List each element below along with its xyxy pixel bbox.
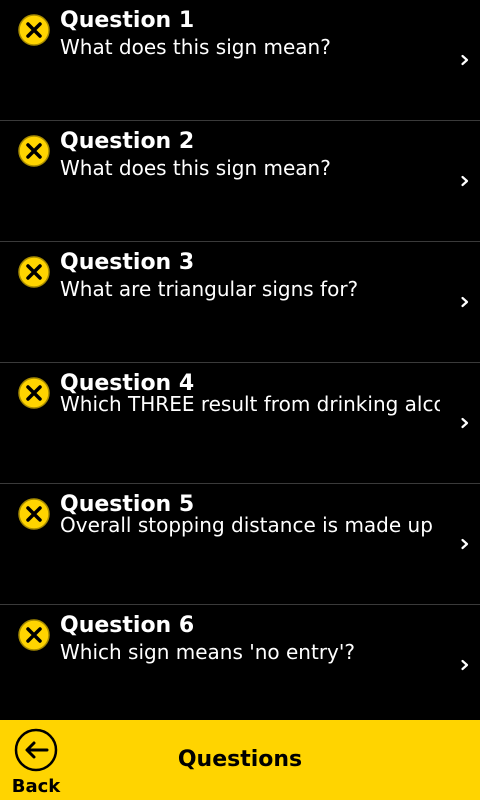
question-text: What does this sign mean? <box>60 35 331 59</box>
chevron-right-icon <box>461 296 469 308</box>
question-text: What does this sign mean? <box>60 156 331 180</box>
app-screen: Question 1 What does this sign mean? Que… <box>0 0 480 800</box>
back-button[interactable]: Back <box>8 728 64 797</box>
question-row-6[interactable]: Question 6 Which sign means 'no entry'? <box>0 605 480 720</box>
question-row-5[interactable]: Question 5 Overall stopping distance is … <box>0 484 480 605</box>
question-row-4[interactable]: Question 4 Which THREE result from drink… <box>0 363 480 484</box>
questions-list: Question 1 What does this sign mean? Que… <box>0 0 480 720</box>
question-row-2[interactable]: Question 2 What does this sign mean? <box>0 121 480 242</box>
close-circle-icon <box>18 498 50 530</box>
close-circle-icon <box>18 619 50 651</box>
chevron-right-icon <box>461 175 469 187</box>
chevron-right-icon <box>461 417 469 429</box>
chevron-right-icon <box>461 659 469 671</box>
back-arrow-circle-icon <box>14 728 58 772</box>
question-text: Overall stopping distance is made up of … <box>60 513 440 537</box>
question-row-1[interactable]: Question 1 What does this sign mean? <box>0 0 480 121</box>
question-text: Which THREE result from drinking alcohol… <box>60 392 440 416</box>
close-circle-icon <box>18 14 50 46</box>
question-title: Question 1 <box>60 8 195 33</box>
question-title: Question 3 <box>60 250 195 275</box>
question-title: Question 6 <box>60 613 195 638</box>
close-circle-icon <box>18 377 50 409</box>
page-title: Questions <box>177 747 303 772</box>
question-text: Which sign means 'no entry'? <box>60 640 355 664</box>
bottom-bar: Back Questions <box>0 720 480 800</box>
question-text: What are triangular signs for? <box>60 277 359 301</box>
question-row-3[interactable]: Question 3 What are triangular signs for… <box>0 242 480 363</box>
chevron-right-icon <box>461 54 469 66</box>
back-button-label: Back <box>11 776 61 797</box>
close-circle-icon <box>18 135 50 167</box>
question-title: Question 2 <box>60 129 195 154</box>
close-circle-icon <box>18 256 50 288</box>
chevron-right-icon <box>461 538 469 550</box>
